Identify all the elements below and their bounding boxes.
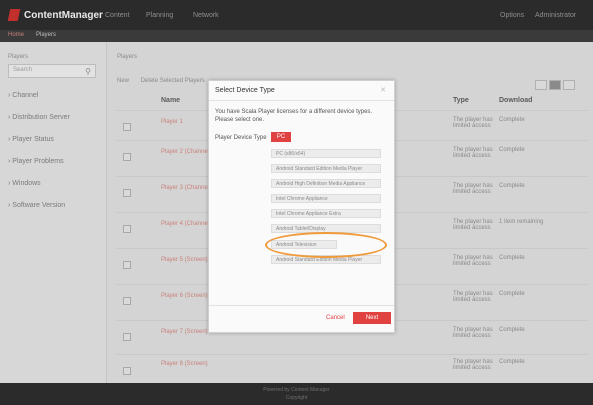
sidebar-item-label: Distribution Server xyxy=(12,114,70,121)
column-header-download[interactable]: Download xyxy=(499,97,532,104)
table-toolbar: New Delete Selected Players xyxy=(117,78,205,84)
player-type: The player has limited access xyxy=(453,183,493,195)
pager-button[interactable] xyxy=(563,80,575,90)
player-device-type-label: Player Device Type xyxy=(215,135,267,141)
player-name-link[interactable]: Player 6 (Screen) xyxy=(161,293,208,299)
sidebar-item-player-problems[interactable]: › Player Problems xyxy=(8,158,64,165)
player-name-link[interactable]: Player 8 (Screen) xyxy=(161,361,208,367)
download-status: Complete xyxy=(499,147,525,153)
divider xyxy=(209,305,394,306)
device-option[interactable]: Android Standard Edition Media Player xyxy=(271,164,381,173)
table-row[interactable]: Player 8 (Screen) The player has limited… xyxy=(117,354,587,383)
row-checkbox[interactable] xyxy=(123,123,131,131)
player-type: The player has limited access xyxy=(453,219,493,231)
sidebar-heading: Players xyxy=(8,54,29,60)
download-status: Complete xyxy=(499,183,525,189)
page-title: Players xyxy=(117,54,138,60)
row-checkbox[interactable] xyxy=(123,153,131,161)
delete-selected-button[interactable]: Delete Selected Players xyxy=(141,78,205,84)
column-header-type[interactable]: Type xyxy=(453,97,469,104)
player-type: The player has limited access xyxy=(453,359,493,371)
row-checkbox[interactable] xyxy=(123,261,131,269)
new-button[interactable]: New xyxy=(117,78,129,84)
player-name-link[interactable]: Player 1 xyxy=(161,119,183,125)
sidebar-search-input[interactable]: Search ⚲ xyxy=(8,64,96,78)
download-status: Complete xyxy=(499,117,525,123)
player-type: The player has limited access xyxy=(453,255,493,267)
player-type: The player has limited access xyxy=(453,117,493,129)
device-type-selected-button[interactable]: PC xyxy=(271,132,291,142)
sidebar-item-player-status[interactable]: › Player Status xyxy=(8,136,54,143)
pager-button[interactable] xyxy=(535,80,547,90)
search-icon[interactable]: ⚲ xyxy=(85,67,91,76)
column-header-name[interactable]: Name xyxy=(161,97,180,104)
sidebar-item-channel[interactable]: › Channel xyxy=(8,92,38,99)
player-name-link[interactable]: Player 4 (Channel) xyxy=(161,221,211,227)
player-name-link[interactable]: Player 7 (Screen) xyxy=(161,329,208,335)
pager-button-active[interactable] xyxy=(549,80,561,90)
breadcrumb-home[interactable]: Home xyxy=(8,32,24,38)
download-status: Complete xyxy=(499,327,525,333)
sidebar: Players Search ⚲ › Channel › Distributio… xyxy=(0,42,107,383)
download-status: Complete xyxy=(499,255,525,261)
footer-powered-by: Powered by Content Manager xyxy=(263,387,330,393)
download-status: Complete xyxy=(499,291,525,297)
nav-network[interactable]: Network xyxy=(193,12,219,19)
sidebar-item-windows[interactable]: › Windows xyxy=(8,180,41,187)
sidebar-item-label: Player Status xyxy=(12,136,54,143)
footer-copyright: Copyright xyxy=(285,395,308,401)
top-bar: ContentManager Content Planning Network … xyxy=(0,0,593,30)
player-type: The player has limited access xyxy=(453,147,493,159)
row-checkbox[interactable] xyxy=(123,189,131,197)
device-option[interactable]: Android High Definition Media Appliance xyxy=(271,179,381,188)
sidebar-item-label: Windows xyxy=(12,180,41,187)
dialog-title: Select Device Type xyxy=(215,87,275,94)
cancel-button[interactable]: Cancel xyxy=(326,315,345,321)
player-type: The player has limited access xyxy=(453,327,493,339)
search-placeholder: Search xyxy=(13,67,33,73)
download-status: 1 item remaining xyxy=(499,219,544,225)
sidebar-item-label: Software Version xyxy=(12,202,66,209)
close-icon[interactable]: ✕ xyxy=(380,86,386,94)
sidebar-item-software-version[interactable]: › Software Version xyxy=(8,202,65,209)
player-name-link[interactable]: Player 3 (Channel) xyxy=(161,185,211,191)
options-menu[interactable]: Options xyxy=(500,12,524,19)
dialog-message: You have Scala Player licenses for a dif… xyxy=(215,109,373,123)
player-type: The player has limited access xyxy=(453,291,493,303)
next-button[interactable]: Next xyxy=(353,312,391,324)
row-checkbox[interactable] xyxy=(123,225,131,233)
player-name-link[interactable]: Player 2 (Channel) xyxy=(161,149,211,155)
user-menu[interactable]: Administrator xyxy=(535,12,576,19)
sidebar-item-label: Channel xyxy=(12,92,39,99)
row-checkbox[interactable] xyxy=(123,297,131,305)
sidebar-item-label: Player Problems xyxy=(12,158,64,165)
device-option[interactable]: Intel Chrome Appliance Extra xyxy=(271,209,381,218)
nav-content[interactable]: Content xyxy=(105,12,130,19)
breadcrumb-current: Players xyxy=(36,32,57,38)
row-checkbox[interactable] xyxy=(123,367,131,375)
download-status: Complete xyxy=(499,359,525,365)
footer: Powered by Content Manager Copyright xyxy=(0,383,593,405)
player-name-link[interactable]: Player 5 (Screen) xyxy=(161,257,208,263)
divider xyxy=(209,100,394,101)
brand-logo-icon xyxy=(7,9,21,21)
select-device-type-dialog: Select Device Type ✕ You have Scala Play… xyxy=(208,80,395,333)
device-option[interactable]: Intel Chrome Appliance xyxy=(271,194,381,203)
device-option[interactable]: PC (x86/x64) xyxy=(271,149,381,158)
sidebar-item-distribution-server[interactable]: › Distribution Server xyxy=(8,114,70,121)
nav-planning[interactable]: Planning xyxy=(146,12,173,19)
row-checkbox[interactable] xyxy=(123,333,131,341)
brand-name: ContentManager xyxy=(24,10,103,21)
breadcrumb: Home Players xyxy=(0,30,593,42)
highlight-oval xyxy=(265,232,387,258)
